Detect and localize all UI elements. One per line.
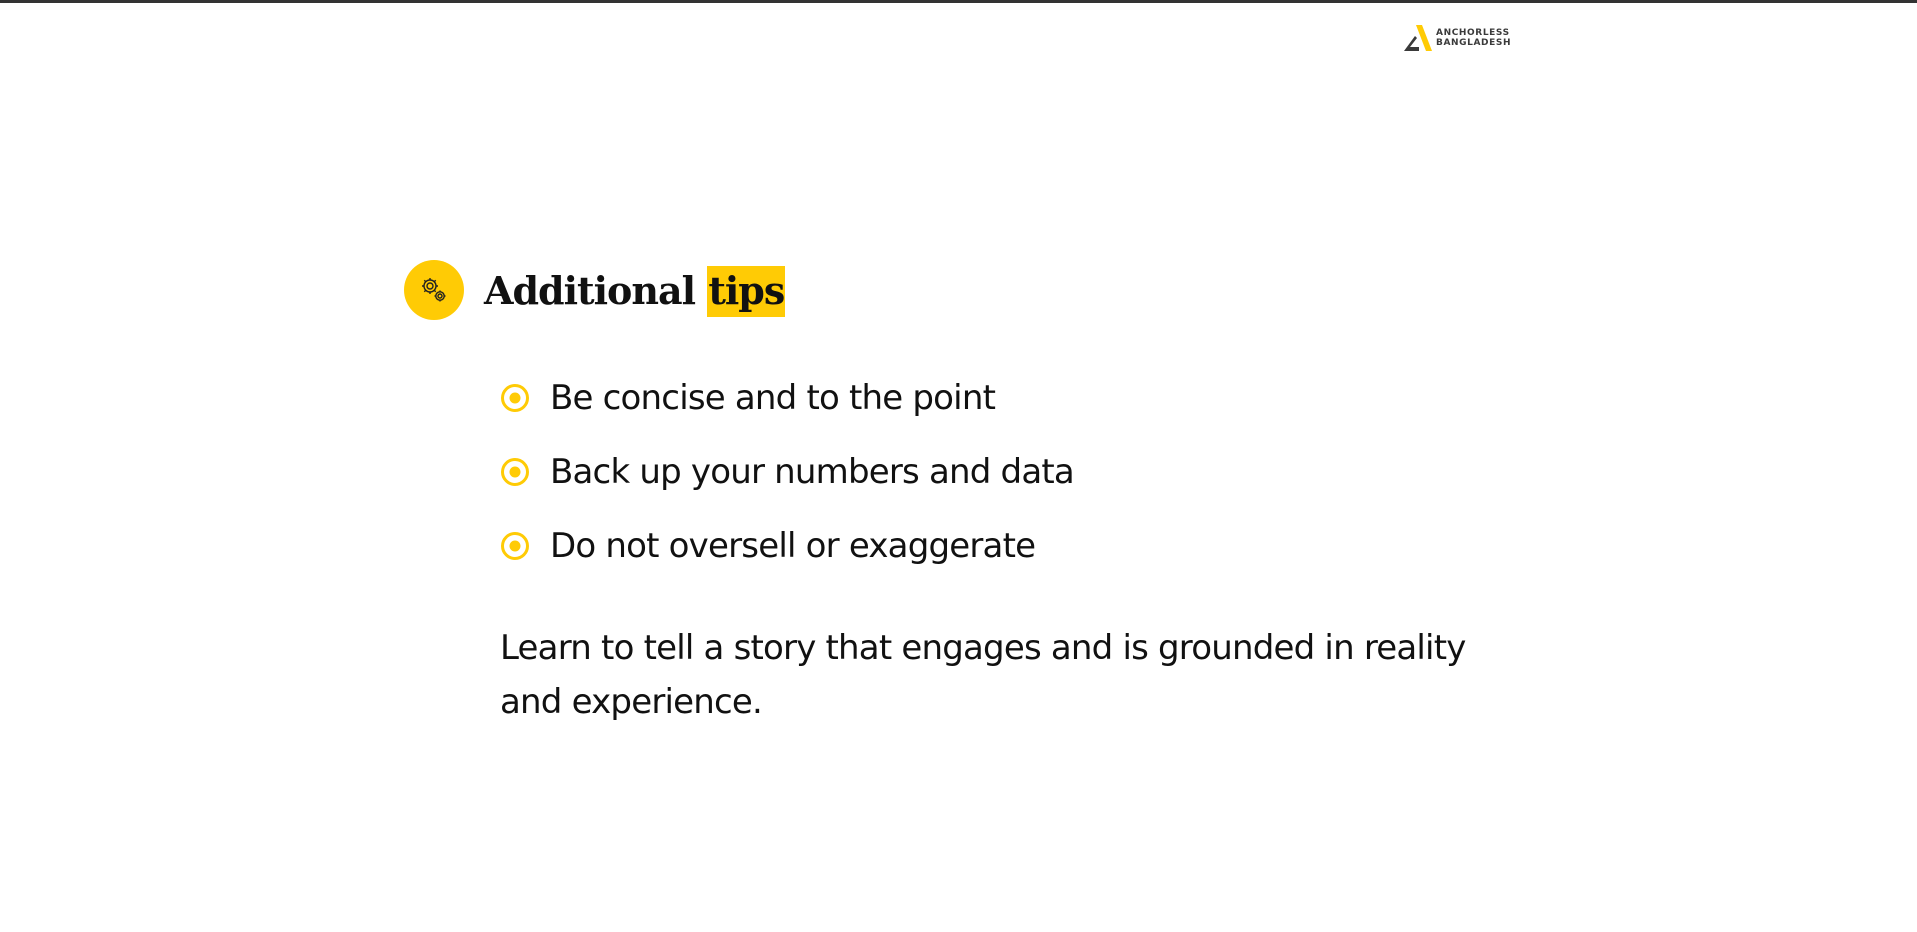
logo-line-2: BANGLADESH [1436, 38, 1512, 48]
summary-paragraph: Learn to tell a story that engages and i… [500, 628, 1466, 722]
tip-text: Back up your numbers and data [550, 452, 1075, 492]
gears-icon [404, 260, 464, 320]
page-title: Additional tips [484, 265, 786, 317]
tips-list: Be concise and to the point Back up your… [500, 373, 1075, 595]
radio-bullet-icon [501, 458, 529, 486]
tip-text: Do not oversell or exaggerate [550, 526, 1036, 566]
list-item: Back up your numbers and data [500, 447, 1075, 497]
radio-bullet-icon [501, 384, 529, 412]
tip-text: Be concise and to the point [550, 378, 996, 418]
slide: ANCHORLESS BANGLADESH Additional tips Be… [0, 0, 1917, 932]
title-highlight: tips [707, 265, 786, 317]
logo-wordmark: ANCHORLESS BANGLADESH [1436, 28, 1511, 48]
section-header: Additional tips [404, 260, 786, 320]
list-item: Be concise and to the point [500, 373, 1074, 423]
anchor-mark-icon [1404, 25, 1432, 51]
list-item: Do not oversell or exaggerate [500, 521, 1074, 571]
brand-logo: ANCHORLESS BANGLADESH [1402, 24, 1511, 52]
radio-bullet-icon [501, 532, 529, 560]
top-border [0, 0, 1917, 3]
title-text: Additional [484, 267, 708, 313]
logo-line-1: ANCHORLESS [1436, 28, 1510, 38]
